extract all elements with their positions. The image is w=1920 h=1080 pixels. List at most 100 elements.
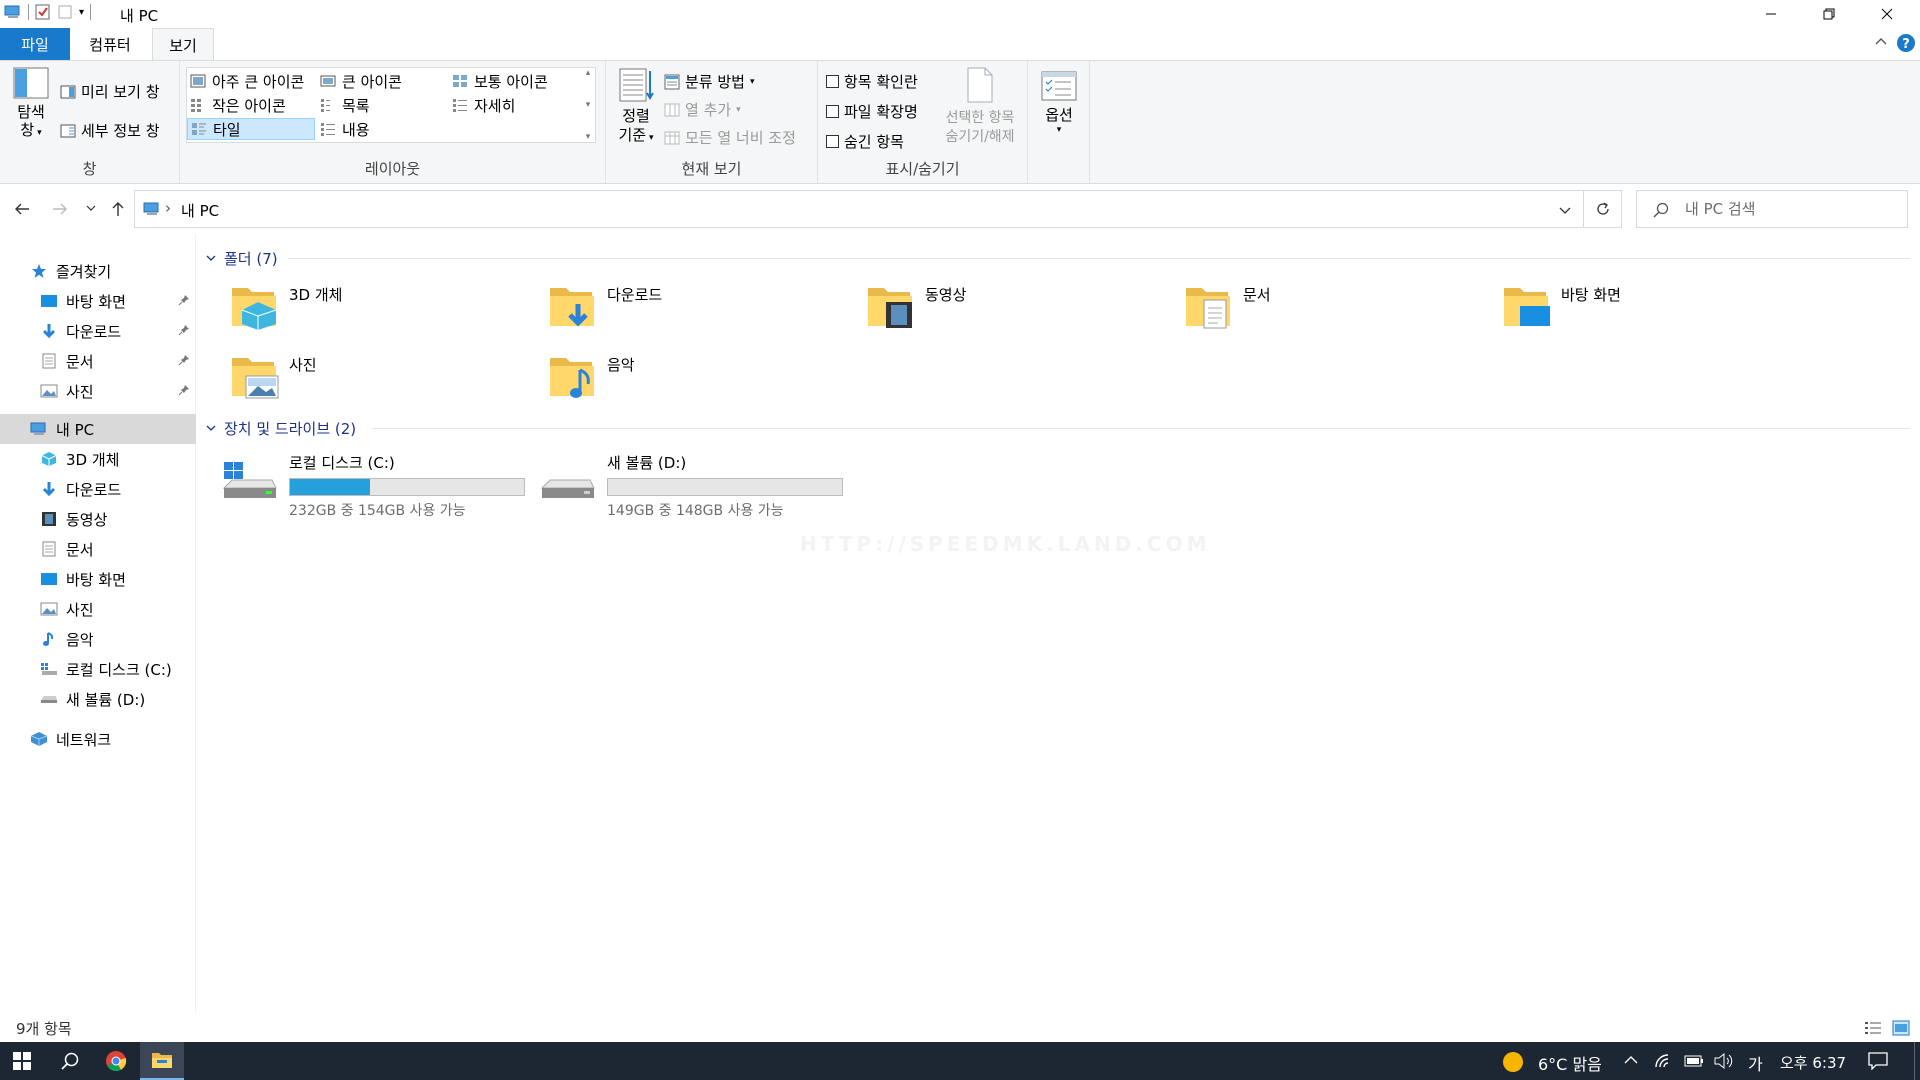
nav-this-pc[interactable]: 내 PC (0, 414, 196, 444)
checkbox[interactable] (826, 135, 839, 148)
details-view-toggle-icon[interactable] (1864, 1020, 1882, 1036)
close-button[interactable] (1858, 0, 1916, 28)
battery-icon[interactable] (1684, 1055, 1704, 1067)
volume-icon[interactable] (1714, 1053, 1734, 1069)
back-arrow-icon[interactable] (14, 201, 30, 217)
nav-pc-drive-d[interactable]: 새 볼륨 (D:) (0, 684, 196, 714)
system-drive-icon (222, 462, 278, 502)
address-bar[interactable]: › 내 PC (134, 190, 1584, 228)
search-input[interactable] (1685, 200, 1895, 218)
start-button[interactable] (0, 1042, 44, 1080)
nav-pc-music[interactable]: 음악 (0, 624, 196, 654)
scroll-down-icon[interactable]: ▾ (586, 100, 591, 110)
nav-quick-downloads[interactable]: 다운로드 (0, 316, 196, 346)
new-folder-icon[interactable] (57, 4, 73, 20)
content-area: 폴더 (7) 3D 개체 다운로드 동영상 문서 바탕 화면 사진 음악 장치 … (200, 234, 1920, 1020)
up-arrow-icon[interactable] (110, 201, 126, 217)
taskbar-chrome[interactable] (94, 1042, 138, 1080)
folder-tile-documents[interactable]: 문서 (1154, 274, 1454, 340)
details-pane-button[interactable]: 세부 정보 창 (60, 120, 160, 141)
nav-network[interactable]: 네트워크 (0, 724, 196, 754)
layout-content[interactable]: 내용 (317, 118, 445, 140)
drive-tile-d[interactable]: 새 볼륨 (D:) 149GB 중 148GB 사용 가능 (518, 442, 843, 519)
wifi-icon[interactable] (1654, 1053, 1672, 1069)
layout-details[interactable]: 자세히 (449, 94, 577, 116)
folder-tile-downloads[interactable]: 다운로드 (518, 274, 818, 340)
item-checkboxes-toggle[interactable]: 항목 확인란 (826, 71, 918, 92)
properties-icon[interactable] (35, 4, 51, 20)
layout-extra-large-icons[interactable]: 아주 큰 아이콘 (187, 70, 315, 92)
size-all-columns-button[interactable]: 모든 열 너비 조정 (664, 127, 796, 148)
pin-icon[interactable] (178, 384, 190, 396)
nav-pc-downloads[interactable]: 다운로드 (0, 474, 196, 504)
address-dropdown-chevron-icon[interactable] (1559, 204, 1571, 216)
pin-icon[interactable] (178, 294, 190, 306)
nav-pc-pictures[interactable]: 사진 (0, 594, 196, 624)
group-header-drives[interactable]: 장치 및 드라이브 (2) (206, 416, 356, 440)
folder-tile-pictures[interactable]: 사진 (200, 344, 500, 410)
show-desktop-button[interactable] (1914, 1042, 1920, 1080)
nav-label: 내 PC (56, 420, 95, 439)
nav-pc-drive-c[interactable]: 로컬 디스크 (C:) (0, 654, 196, 684)
folder-tile-music[interactable]: 음악 (518, 344, 818, 410)
clock[interactable]: 오후 6:37 (1780, 1052, 1846, 1073)
input-method-indicator[interactable]: 가 (1748, 1051, 1763, 1075)
checkbox[interactable] (826, 105, 839, 118)
checkbox[interactable] (826, 75, 839, 88)
tab-computer[interactable]: 컴퓨터 (70, 28, 150, 60)
breadcrumb-this-pc[interactable]: 내 PC (181, 200, 219, 221)
group-by-button[interactable]: 분류 방법 ▾ (664, 71, 755, 92)
options-button[interactable]: 옵션 ▾ (1036, 71, 1082, 135)
large-icons-view-toggle-icon[interactable] (1892, 1020, 1910, 1036)
nav-quick-pictures[interactable]: 사진 (0, 376, 196, 406)
recent-locations-chevron-icon[interactable] (86, 203, 96, 213)
refresh-button[interactable] (1584, 190, 1622, 228)
minimize-button[interactable] (1742, 0, 1800, 28)
breadcrumb-separator[interactable]: › (165, 199, 171, 217)
nav-pc-3d-objects[interactable]: 3D 개체 (0, 444, 196, 474)
gallery-expand-icon[interactable]: ▾ (586, 132, 591, 142)
drive-tile-c[interactable]: 로컬 디스크 (C:) 232GB 중 154GB 사용 가능 (200, 442, 525, 519)
collapse-ribbon-chevron-icon[interactable] (1874, 34, 1888, 48)
show-hidden-icons-chevron-icon[interactable] (1624, 1055, 1638, 1065)
tab-view[interactable]: 보기 (152, 28, 214, 61)
layout-small-icons[interactable]: 작은 아이콘 (187, 94, 315, 116)
layout-list[interactable]: 목록 (317, 94, 445, 116)
hidden-items-toggle[interactable]: 숨긴 항목 (826, 131, 904, 152)
weather-sun-icon[interactable] (1502, 1051, 1524, 1073)
folder-tile-3d-objects[interactable]: 3D 개체 (200, 274, 500, 340)
forward-arrow-icon[interactable] (52, 201, 68, 217)
layout-large-icons[interactable]: 큰 아이콘 (317, 70, 445, 92)
preview-pane-button[interactable]: 미리 보기 창 (60, 81, 160, 102)
tab-file[interactable]: 파일 (0, 28, 70, 60)
nav-pc-documents[interactable]: 문서 (0, 534, 196, 564)
file-extensions-toggle[interactable]: 파일 확장명 (826, 101, 918, 122)
layout-tiles[interactable]: 타일 (187, 118, 315, 140)
restore-button[interactable] (1800, 0, 1858, 28)
group-by-label: 분류 방법 (685, 73, 745, 91)
pin-icon[interactable] (178, 354, 190, 366)
scroll-up-icon[interactable]: ▴ (586, 68, 591, 78)
layout-medium-icons[interactable]: 보통 아이콘 (449, 70, 577, 92)
customize-qat-chevron-icon[interactable]: ▾ (79, 7, 84, 18)
folder-tile-videos[interactable]: 동영상 (836, 274, 1136, 340)
nav-quick-desktop[interactable]: 바탕 화면 (0, 286, 196, 316)
weather-text[interactable]: 6°C 맑음 (1538, 1051, 1602, 1075)
nav-quick-documents[interactable]: 문서 (0, 346, 196, 376)
help-icon[interactable]: ? (1896, 33, 1916, 53)
search-box[interactable] (1636, 190, 1908, 228)
notification-center-icon[interactable] (1868, 1052, 1888, 1070)
nav-quick-access[interactable]: 즐겨찾기 (0, 256, 196, 286)
taskbar-file-explorer[interactable] (140, 1042, 184, 1080)
hide-selected-items-button[interactable]: 선택한 항목 숨기기/해제 (934, 67, 1026, 147)
nav-pc-desktop[interactable]: 바탕 화면 (0, 564, 196, 594)
add-columns-button[interactable]: 열 추가 ▾ (664, 99, 741, 120)
gallery-scroll[interactable]: ▴ ▾ ▾ (581, 68, 595, 142)
group-header-folders[interactable]: 폴더 (7) (206, 246, 278, 270)
folder-tile-desktop[interactable]: 바탕 화면 (1472, 274, 1772, 340)
pin-icon[interactable] (178, 324, 190, 336)
nav-pc-videos[interactable]: 동영상 (0, 504, 196, 534)
navigation-pane-button[interactable]: 탐색 창 ▾ (10, 67, 52, 142)
taskbar-search-button[interactable] (48, 1042, 92, 1080)
sort-by-button[interactable]: 정렬 기준 ▾ (614, 67, 658, 147)
